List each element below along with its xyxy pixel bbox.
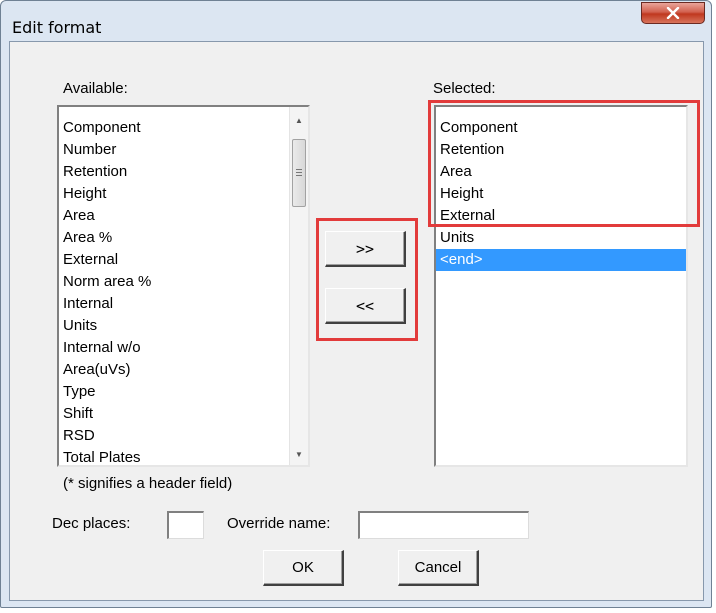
close-icon xyxy=(666,7,680,19)
dialog-body: Available: Component Number Retention Heigh… xyxy=(9,41,704,601)
dec-places-label: Dec places: xyxy=(52,515,131,532)
header-field-note: (* signifies a header field) xyxy=(63,475,233,492)
selected-list-item[interactable]: Retention xyxy=(436,139,686,161)
cancel-button[interactable]: Cancel xyxy=(398,550,479,586)
available-list-item[interactable]: External xyxy=(59,249,289,271)
available-scrollbar[interactable]: ▲ ▼ xyxy=(289,107,308,465)
override-name-input[interactable] xyxy=(358,511,529,539)
available-list-item[interactable]: Area(uVs) xyxy=(59,359,289,381)
edit-format-dialog: Edit format Available: Component Number Re… xyxy=(0,0,712,608)
scroll-up-icon[interactable]: ▲ xyxy=(290,111,308,129)
selected-list-item[interactable]: Units xyxy=(436,227,686,249)
available-list-item[interactable]: Area xyxy=(59,205,289,227)
available-list-item[interactable]: Number xyxy=(59,139,289,161)
scroll-down-icon[interactable]: ▼ xyxy=(290,445,308,463)
add-button[interactable]: >> xyxy=(325,231,406,267)
available-list-item[interactable]: Area % xyxy=(59,227,289,249)
dec-places-input[interactable] xyxy=(167,511,204,539)
remove-button[interactable]: << xyxy=(325,288,406,324)
available-list-item[interactable]: RSD xyxy=(59,425,289,447)
selected-list-item[interactable]: Area xyxy=(436,161,686,183)
selected-list-item[interactable]: <end> xyxy=(436,249,686,271)
available-list-item[interactable]: Shift xyxy=(59,403,289,425)
ok-button[interactable]: OK xyxy=(263,550,344,586)
available-list-item[interactable]: Component xyxy=(59,117,289,139)
available-list-item[interactable]: Total Plates xyxy=(59,447,289,465)
selected-list-item[interactable]: External xyxy=(436,205,686,227)
available-list-item[interactable]: Internal w/o xyxy=(59,337,289,359)
selected-label: Selected: xyxy=(433,80,496,97)
available-list-item[interactable]: Internal xyxy=(59,293,289,315)
available-list-item[interactable]: Retention xyxy=(59,161,289,183)
override-name-label: Override name: xyxy=(227,515,331,532)
selected-list[interactable]: Component Retention Area Height External Unit… xyxy=(434,105,688,467)
available-list-item[interactable]: Height xyxy=(59,183,289,205)
scrollbar-thumb[interactable] xyxy=(292,139,306,207)
selected-list-item[interactable]: Component xyxy=(436,117,686,139)
window-title: Edit format xyxy=(12,18,102,37)
selected-list-item[interactable]: Height xyxy=(436,183,686,205)
available-list-item[interactable]: Type xyxy=(59,381,289,403)
available-label: Available: xyxy=(63,80,128,97)
available-list[interactable]: Component Number Retention Height Area Area %… xyxy=(57,105,310,467)
available-list-item[interactable]: Units xyxy=(59,315,289,337)
title-bar: Edit format xyxy=(1,1,711,41)
close-button[interactable] xyxy=(641,2,705,24)
available-list-item[interactable]: Norm area % xyxy=(59,271,289,293)
